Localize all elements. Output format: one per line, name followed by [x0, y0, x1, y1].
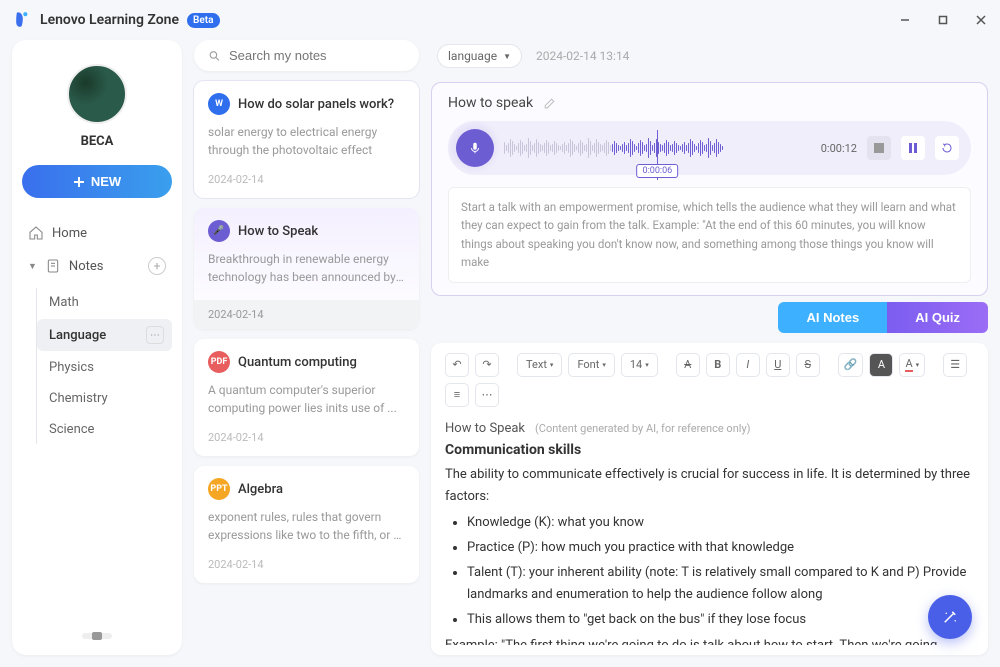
maximize-button[interactable] [936, 13, 950, 27]
bullet-item: This allows them to "get back on the bus… [467, 609, 974, 631]
add-notes-button[interactable]: + [148, 257, 166, 275]
mic-button[interactable] [456, 129, 494, 167]
editor-panel: ↶ ↷ Text ▾ Font ▾ 14 ▾ A B I U S 🔗 A A▾ … [431, 343, 988, 655]
number-list-button[interactable]: ≡ [445, 383, 469, 407]
close-button[interactable] [974, 13, 988, 27]
note-timestamp: 2024-02-14 13:14 [536, 49, 629, 63]
strike-button[interactable]: S [796, 353, 820, 377]
bullet-item: Practice (P): how much you practice with… [467, 537, 974, 559]
undo-button[interactable]: ↶ [445, 353, 469, 377]
mic-icon [468, 141, 482, 155]
plus-icon [73, 176, 85, 188]
section-heading: Communication skills [445, 442, 974, 458]
search-box[interactable] [194, 40, 419, 71]
transcript-box: Start a talk with an empowerment promise… [448, 187, 971, 283]
bullet-item: Talent (T): your inherent ability (note:… [467, 562, 974, 606]
nav-notes[interactable]: ▼ Notes + [22, 250, 172, 282]
ai-notes-tab[interactable]: AI Notes [778, 302, 887, 333]
font-select[interactable]: Font ▾ [568, 353, 614, 377]
editor-body[interactable]: How to Speak (Content generated by AI, f… [445, 415, 974, 645]
avatar[interactable] [67, 64, 127, 124]
link-button[interactable]: 🔗 [838, 353, 864, 377]
editor-toolbar: ↶ ↷ Text ▾ Font ▾ 14 ▾ A B I U S 🔗 A A▾ … [445, 353, 974, 415]
audio-title: How to speak [448, 95, 533, 111]
notes-list: W How do solar panels work? solar energy t… [194, 40, 419, 655]
search-input[interactable] [229, 48, 405, 63]
bullet-list-button[interactable]: ☰ [943, 353, 967, 377]
stop-button[interactable] [867, 136, 891, 160]
duration-label: 0:00:12 [821, 142, 857, 155]
note-preview: exponent rules, rules that govern expres… [208, 508, 405, 544]
content-pane: language ▼ 2024-02-14 13:14 How to speak… [431, 40, 988, 655]
note-title: Algebra [238, 482, 283, 497]
note-title: How do solar panels work? [238, 97, 394, 112]
bold-button[interactable]: B [706, 353, 730, 377]
note-card[interactable]: PPT Algebra exponent rules, rules that gov… [194, 466, 419, 583]
note-type-badge: W [208, 93, 230, 115]
minimize-button[interactable] [898, 13, 912, 27]
app-title: Lenovo Learning Zone [40, 12, 179, 28]
note-card[interactable]: PDF Quantum computing A quantum computer's… [194, 339, 419, 456]
home-icon [28, 225, 44, 241]
edit-icon[interactable] [543, 97, 556, 110]
underline-button[interactable]: U [766, 353, 790, 377]
clear-format-button[interactable]: A [676, 353, 700, 377]
fontsize-select[interactable]: 14 ▾ [621, 353, 658, 377]
progress-tag: 0:00:06 [637, 164, 679, 178]
highlight-button[interactable]: A [869, 353, 893, 377]
ai-quiz-tab[interactable]: AI Quiz [887, 302, 988, 333]
note-type-badge: PPT [208, 478, 230, 500]
note-preview: A quantum computer's superior computing … [208, 381, 405, 417]
app-logo-icon [12, 10, 32, 30]
note-type-badge: PDF [208, 351, 230, 373]
note-date: 2024-02-14 [208, 431, 405, 444]
language-select[interactable]: language ▼ [437, 44, 522, 68]
text-color-button[interactable]: A▾ [899, 353, 925, 377]
bullet-item: Knowledge (K): what you know [467, 512, 974, 534]
pause-button[interactable] [901, 136, 925, 160]
new-button[interactable]: NEW [22, 165, 172, 198]
doc-disclaimer: (Content generated by AI, for reference … [535, 422, 750, 435]
note-date: 2024-02-14 [208, 173, 405, 186]
note-preview: solar energy to electrical energy throug… [208, 123, 405, 159]
ai-fab-button[interactable] [928, 595, 972, 639]
subject-more-button[interactable]: ⋯ [146, 326, 164, 344]
more-button[interactable]: ⋯ [475, 383, 499, 407]
note-date: 2024-02-14 [208, 558, 405, 571]
note-card[interactable]: 🎤 How to Speak Breakthrough in renewable e… [194, 208, 419, 329]
notes-icon [45, 258, 61, 274]
doc-title: How to Speak [445, 421, 525, 436]
sidebar: BECA NEW Home ▼ Notes + MathLanguage⋯Phy… [12, 40, 182, 655]
sidebar-item-physics[interactable]: Physics [37, 353, 172, 382]
body-intro: The ability to communicate effectively i… [445, 464, 974, 508]
body-example: Example: "The first thing we're going to… [445, 635, 974, 645]
note-preview: Breakthrough in renewable energy technol… [208, 250, 405, 286]
username: BECA [22, 134, 172, 149]
note-title: Quantum computing [238, 355, 357, 370]
audio-card: How to speak 0:00:06 0:00:12 Start a tal… [431, 82, 988, 296]
italic-button[interactable]: I [736, 353, 760, 377]
restart-button[interactable] [935, 136, 959, 160]
text-style-select[interactable]: Text ▾ [517, 353, 562, 377]
sidebar-item-science[interactable]: Science [37, 415, 172, 444]
chevron-down-icon: ▼ [28, 261, 37, 272]
sidebar-item-chemistry[interactable]: Chemistry [37, 384, 172, 413]
nav-home[interactable]: Home [22, 218, 172, 248]
audio-player[interactable]: 0:00:06 0:00:12 [448, 121, 971, 175]
sidebar-item-language[interactable]: Language⋯ [37, 319, 172, 351]
sidebar-resize-handle[interactable] [82, 633, 112, 639]
sidebar-item-math[interactable]: Math [37, 288, 172, 317]
magic-wand-icon [941, 608, 959, 626]
beta-badge: Beta [187, 13, 219, 28]
chevron-down-icon: ▼ [503, 52, 511, 61]
redo-button[interactable]: ↷ [475, 353, 499, 377]
note-title: How to Speak [238, 224, 318, 239]
search-icon [208, 49, 221, 63]
note-date: 2024-02-14 [194, 300, 419, 329]
note-card[interactable]: W How do solar panels work? solar energy t… [194, 81, 419, 198]
note-type-badge: 🎤 [208, 220, 230, 242]
